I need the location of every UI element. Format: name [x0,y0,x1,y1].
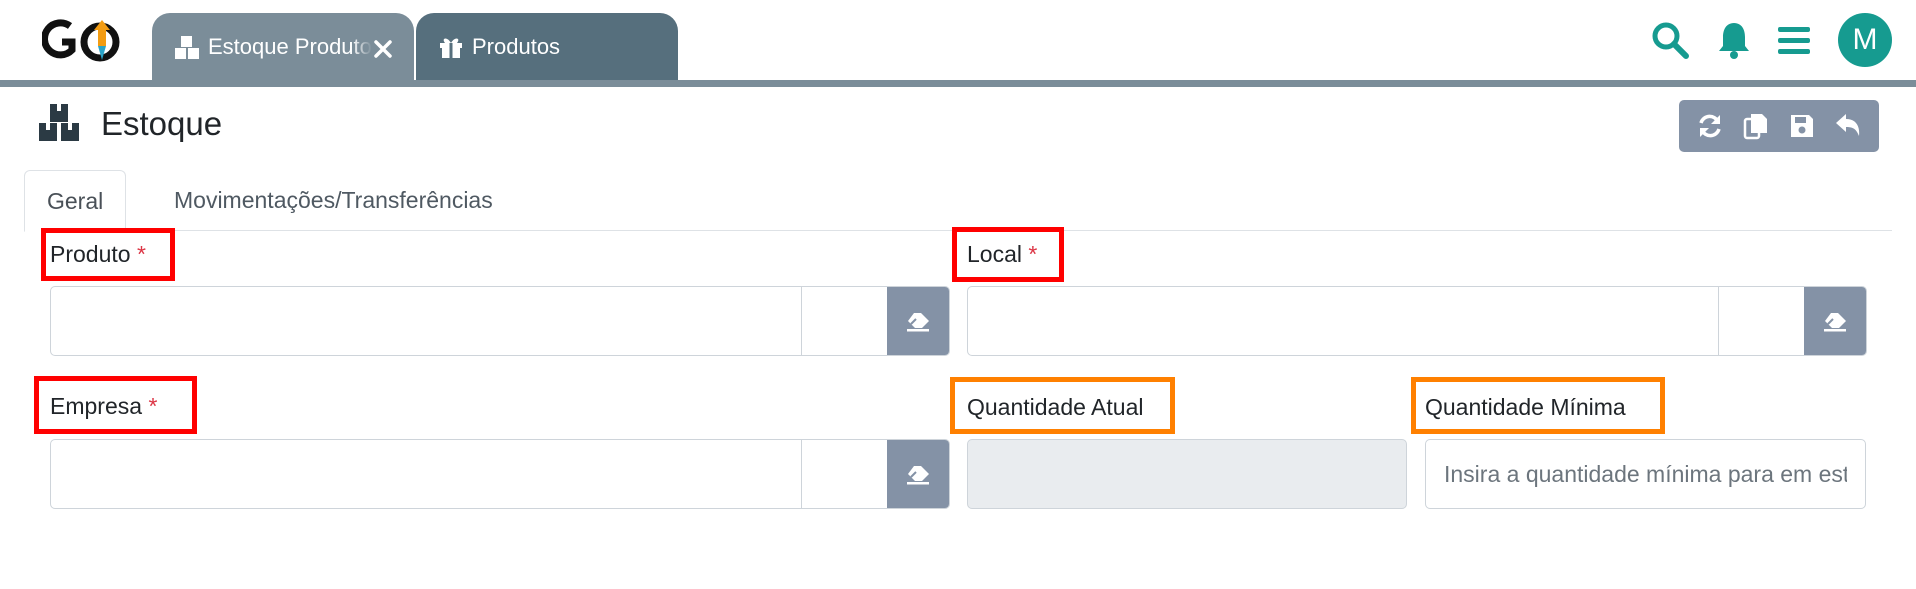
local-input[interactable] [968,287,1718,355]
refresh-button[interactable] [1693,109,1727,143]
eraser-icon [1824,313,1846,332]
tab-movimentacoes-transferencias[interactable]: Movimentações/Transferências [152,170,515,231]
bell-icon[interactable] [1714,20,1754,60]
eraser-icon [907,313,929,332]
empresa-code-input[interactable] [801,440,887,508]
copy-icon [1743,114,1767,140]
produto-label: Produto * [50,240,146,268]
empresa-clear-button[interactable] [887,440,949,508]
tab-produtos[interactable]: Produtos [416,13,678,80]
required-marker: * [1028,241,1038,267]
save-icon [1791,115,1813,137]
quantidade-minima-label: Quantidade Mínima [1425,394,1626,420]
search-icon[interactable] [1650,20,1690,60]
local-clear-button[interactable] [1804,287,1866,355]
menu-icon[interactable] [1774,20,1814,60]
tab-label: Estoque Produtos [208,33,372,59]
quantidade-atual-label: Quantidade Atual [967,394,1144,420]
copy-button[interactable] [1739,109,1773,143]
quantidade-minima-field[interactable] [1425,439,1866,509]
top-bar-divider [0,80,1916,87]
empresa-lookup [50,439,950,509]
top-bar: Estoque Produtos Produtos M [0,0,1916,80]
boxes-icon [39,104,79,141]
refresh-icon [1699,114,1721,138]
quantidade-atual-field [967,439,1407,509]
avatar[interactable]: M [1838,13,1892,67]
local-label: Local * [967,240,1037,268]
produto-label-text: Produto [50,241,131,267]
save-button[interactable] [1785,109,1819,143]
local-lookup [967,286,1867,356]
produto-clear-button[interactable] [887,287,949,355]
produto-code-input[interactable] [801,287,887,355]
record-toolbar [1679,100,1879,152]
tab-geral[interactable]: Geral [24,170,127,232]
local-code-input[interactable] [1718,287,1804,355]
undo-icon [1836,114,1860,136]
empresa-input[interactable] [51,440,801,508]
empresa-label: Empresa * [50,392,157,420]
gift-icon [440,37,462,58]
close-icon[interactable] [374,40,392,58]
eraser-icon [907,466,929,485]
empresa-label-text: Empresa [50,393,143,419]
required-marker: * [148,393,158,419]
tab-label: Produtos [472,33,561,59]
boxes-icon [175,35,199,59]
required-marker: * [136,241,146,267]
page-title: Estoque [101,105,223,142]
produto-lookup [50,286,950,356]
produto-input[interactable] [51,287,801,355]
local-label-text: Local [967,241,1022,267]
app-logo[interactable] [42,16,126,68]
undo-button[interactable] [1831,109,1865,143]
form-tabs: Geral Movimentações/Transferências [24,170,1892,232]
tab-estoque-produtos[interactable]: Estoque Produtos [152,13,414,80]
